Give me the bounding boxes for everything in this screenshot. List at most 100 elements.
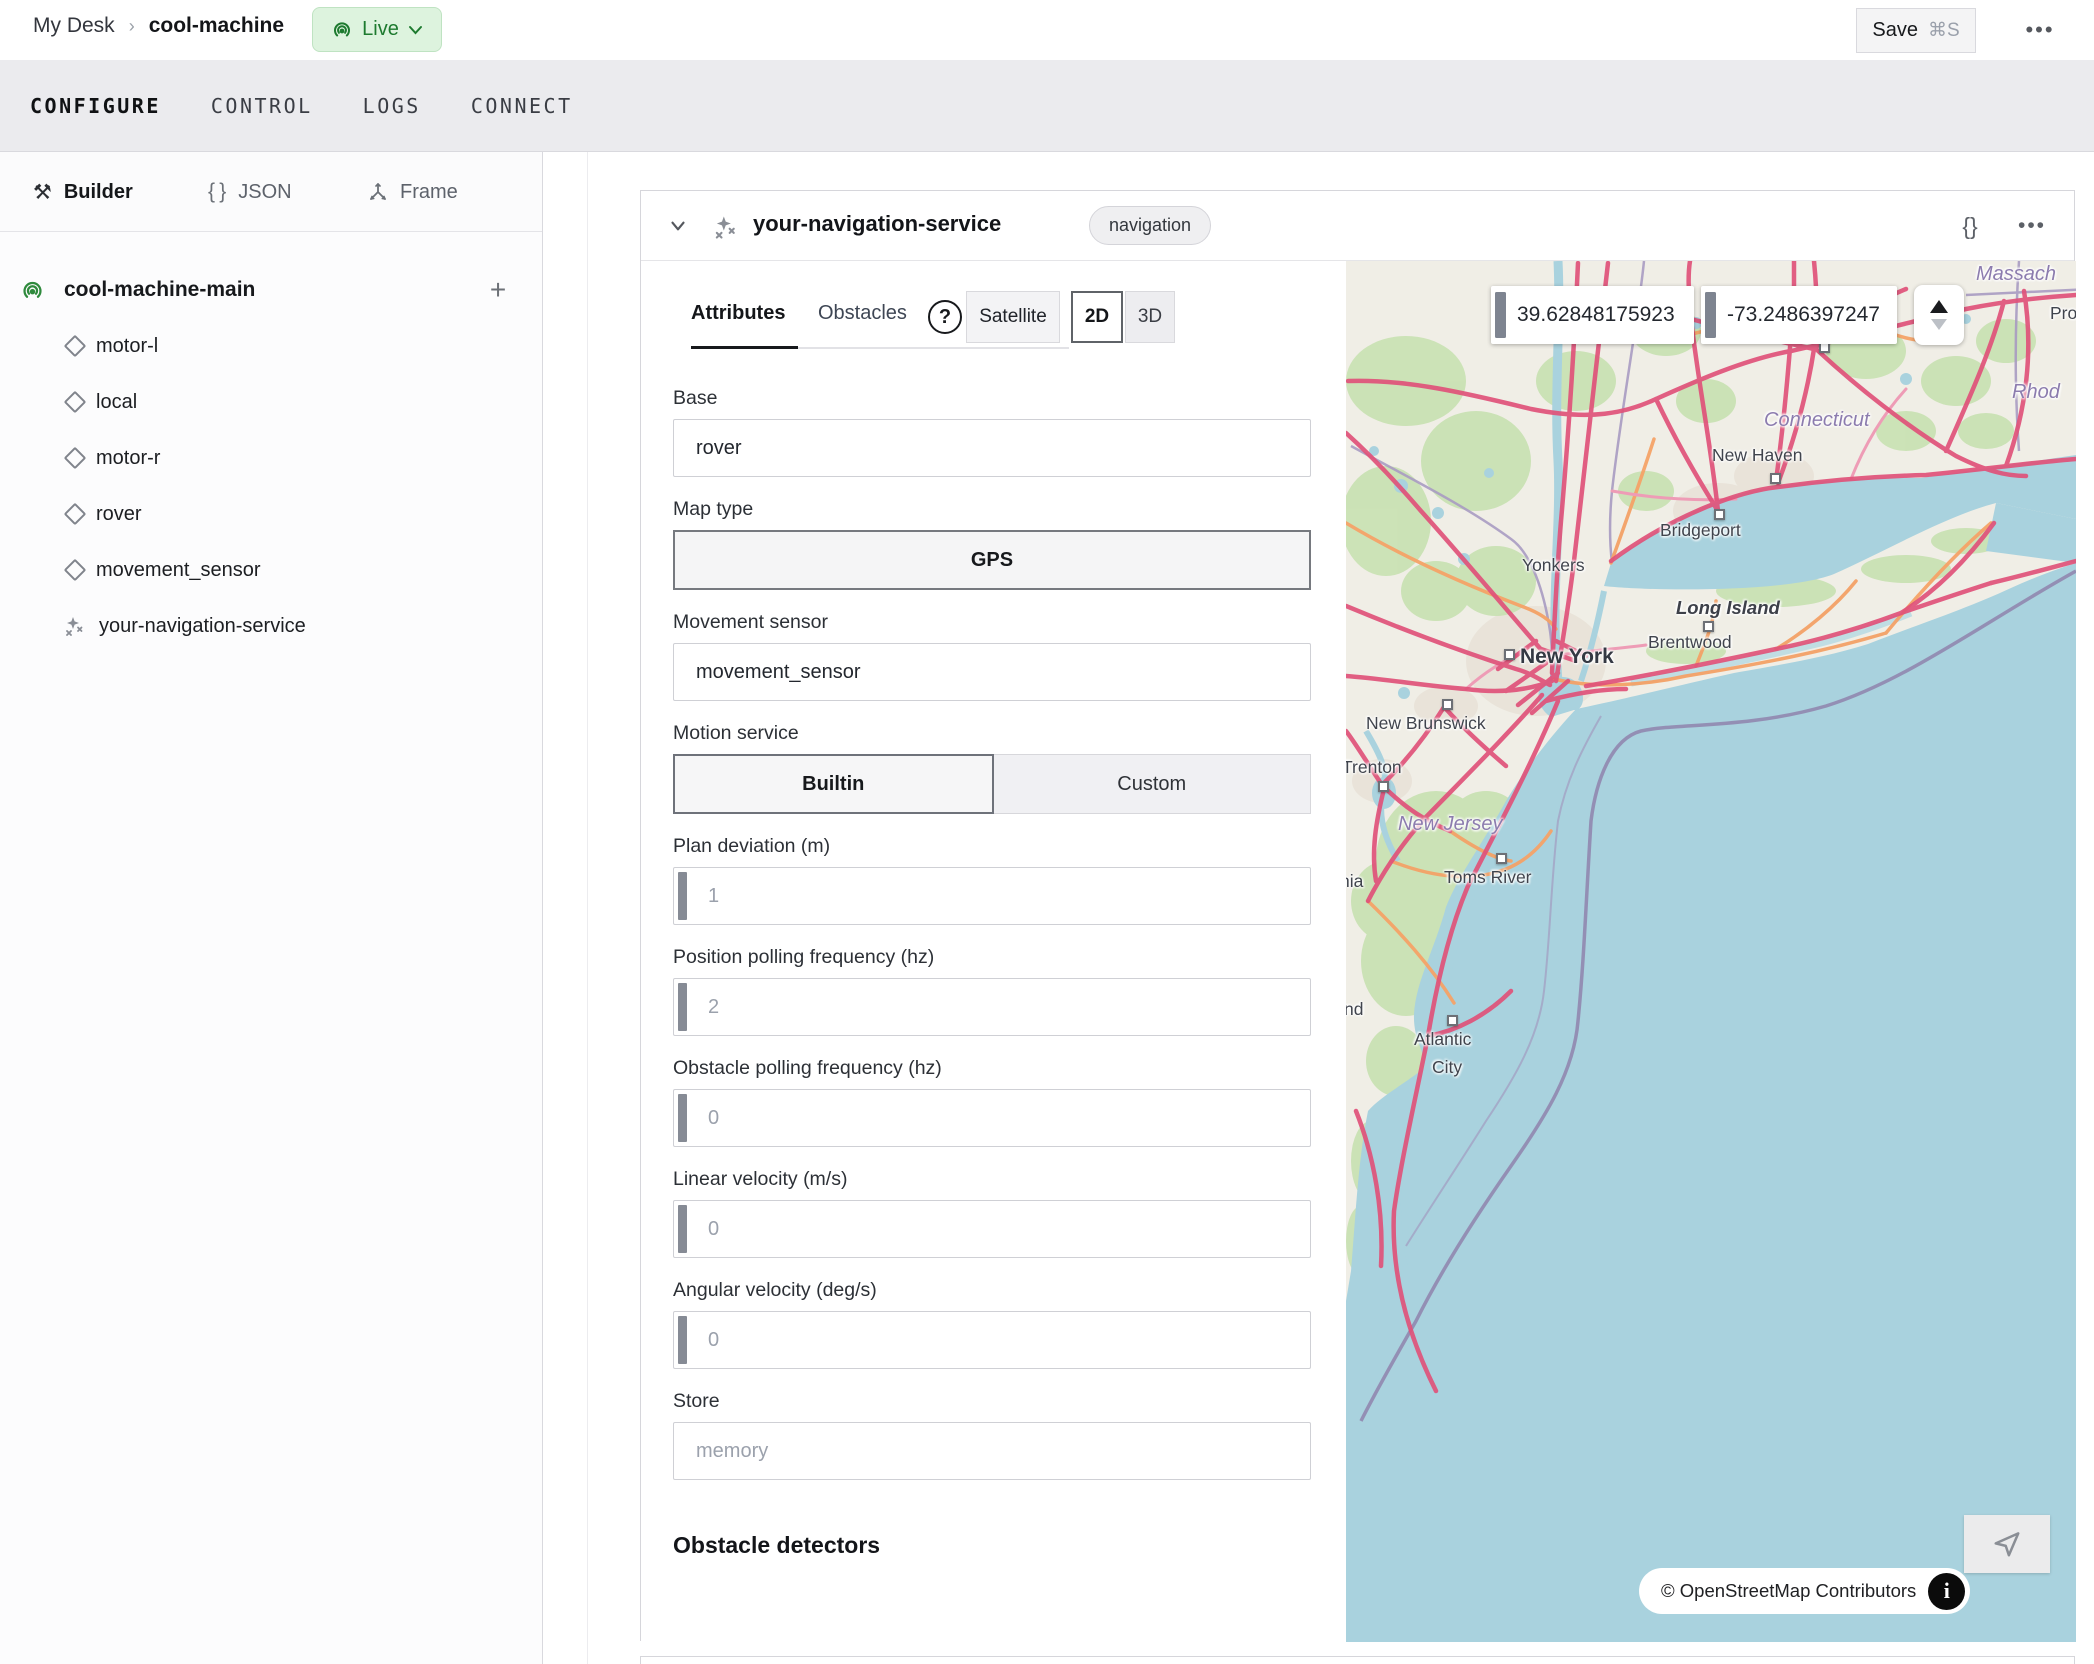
longitude-input[interactable] [1716,303,1897,327]
sidebar-view-switcher: ⚒Builder { } JSON Frame [0,152,542,232]
sidebar-item-local[interactable]: local [0,374,542,430]
segment-custom[interactable]: Custom [994,754,1312,814]
part-label: your-navigation-service [99,615,306,638]
map-label-new-brunswick: New Brunswick [1366,713,1486,734]
add-component-button[interactable]: + [482,274,514,306]
field-label: Plan deviation (m) [673,835,1311,858]
obstacle-detectors-heading: Obstacle detectors [673,1532,1311,1559]
field-angular-velocity-deg-s--input[interactable] [673,1311,1311,1369]
map-city-marker [1770,473,1781,484]
broadcast-icon [331,19,353,41]
field-angular-velocity-deg-s-: Angular velocity (deg/s) [673,1279,1311,1369]
form-spacer [673,261,1311,387]
nav-tab-configure[interactable]: CONFIGURE [30,94,161,118]
component-diamond-icon [64,503,87,526]
save-button[interactable]: Save ⌘S [1856,8,1976,53]
card-more-menu-button[interactable]: ••• [2011,207,2053,245]
zoom-out-icon[interactable] [1931,319,1947,330]
number-drag-handle[interactable] [678,1316,687,1364]
latitude-input[interactable] [1506,303,1694,327]
map-geography [1346,261,2076,1642]
machine-main-label: cool-machine-main [64,278,255,302]
collapse-chevron-icon[interactable] [667,215,689,237]
navigation-service-icon [62,614,86,638]
next-card-edge [640,1656,2075,1664]
field-base: Base [673,387,1311,477]
sidebar-item-your-navigation-service[interactable]: your-navigation-service [0,598,542,654]
chevron-right-icon: › [129,16,135,37]
nav-tab-connect[interactable]: CONNECT [471,94,573,118]
map-label-long-island: Long Island [1676,597,1780,619]
nav-tab-logs[interactable]: LOGS [363,94,421,118]
sidebar-item-movement_sensor[interactable]: movement_sensor [0,542,542,598]
field-label: Position polling frequency (hz) [673,946,1311,969]
field-position-polling-frequency-hz--input[interactable] [673,978,1311,1036]
recenter-button[interactable] [1964,1515,2050,1573]
map-city-marker [1504,649,1515,660]
number-drag-handle[interactable] [678,872,687,920]
field-store-input[interactable] [673,1422,1311,1480]
field-motion-service: Motion serviceBuiltinCustom [673,722,1311,814]
raw-json-toggle-icon[interactable]: {} [1949,207,1991,245]
header-more-menu-button[interactable]: ••• [2020,12,2060,48]
number-drag-handle[interactable] [678,1094,687,1142]
part-label: movement_sensor [96,559,261,582]
field-linear-velocity-m-s--input[interactable] [673,1200,1311,1258]
sidebar-item-motor-l[interactable]: motor-l [0,318,542,374]
part-label: motor-l [96,335,158,358]
braces-icon: { } [208,180,226,204]
number-drag-handle[interactable] [678,983,687,1031]
tree-root-machine[interactable]: cool-machine-main + [0,262,542,318]
info-icon[interactable]: i [1928,1573,1965,1610]
sidebar-item-rover[interactable]: rover [0,486,542,542]
nav-tab-control[interactable]: CONTROL [211,94,313,118]
map-label-atlantic: Atlantic [1414,1029,1471,1050]
sidebar-view-label: JSON [238,181,291,204]
field-movement-sensor-input[interactable] [673,643,1311,701]
field-label: Obstacle polling frequency (hz) [673,1057,1311,1080]
sidebar-view-frame[interactable]: Frame [368,152,458,232]
field-base-input[interactable] [673,419,1311,477]
field-label: Angular velocity (deg/s) [673,1279,1311,1302]
field-label: Store [673,1390,1311,1413]
number-drag-handle[interactable] [678,1205,687,1253]
latitude-drag-handle[interactable] [1495,292,1506,338]
service-type-chip: navigation [1089,206,1211,245]
field-plan-deviation-m--input[interactable] [673,867,1311,925]
segment-builtin[interactable]: Builtin [673,754,994,814]
navigation-service-card: your-navigation-service navigation {} ••… [640,190,2075,1641]
navigation-service-icon [711,213,739,241]
field-label: Map type [673,498,1311,521]
motion-service-segmented: BuiltinCustom [673,754,1311,814]
zoom-in-icon[interactable] [1930,300,1948,313]
breadcrumb-root[interactable]: My Desk [33,14,115,38]
map-label-new-jersey: New Jersey [1398,813,1502,836]
paper-plane-icon [1992,1529,2022,1559]
navigation-map[interactable]: MassachProRhodConnecticutNew HavenBridge… [1346,261,2076,1642]
live-status-dropdown[interactable]: Live [312,7,442,52]
component-diamond-icon [64,559,87,582]
field-position-polling-frequency-hz-: Position polling frequency (hz) [673,946,1311,1036]
map-city-marker [1496,853,1507,864]
map-label-yonkers: Yonkers [1522,555,1585,576]
part-label: motor-r [96,447,160,470]
zoom-stepper[interactable] [1914,285,1964,345]
map-label-new-york: New York [1520,645,1614,669]
field-store: Store [673,1390,1311,1480]
gps-button[interactable]: GPS [673,530,1311,590]
save-shortcut: ⌘S [1928,19,1960,42]
longitude-input-group [1701,286,1897,344]
component-diamond-icon [64,447,87,470]
field-linear-velocity-m-s-: Linear velocity (m/s) [673,1168,1311,1258]
map-label-massach: Massach [1976,263,2056,286]
sidebar-view-builder[interactable]: ⚒Builder [33,152,133,232]
map-label-connecticut: Connecticut [1764,409,1870,432]
chevron-down-icon [408,25,423,35]
sidebar-view-json[interactable]: { } JSON [208,152,292,232]
field-obstacle-polling-frequency-hz--input[interactable] [673,1089,1311,1147]
map-label-bridgeport: Bridgeport [1660,520,1741,541]
longitude-drag-handle[interactable] [1705,292,1716,338]
attribution-text: © OpenStreetMap Contributors [1661,1580,1916,1602]
map-city-marker [1442,699,1453,710]
sidebar-item-motor-r[interactable]: motor-r [0,430,542,486]
